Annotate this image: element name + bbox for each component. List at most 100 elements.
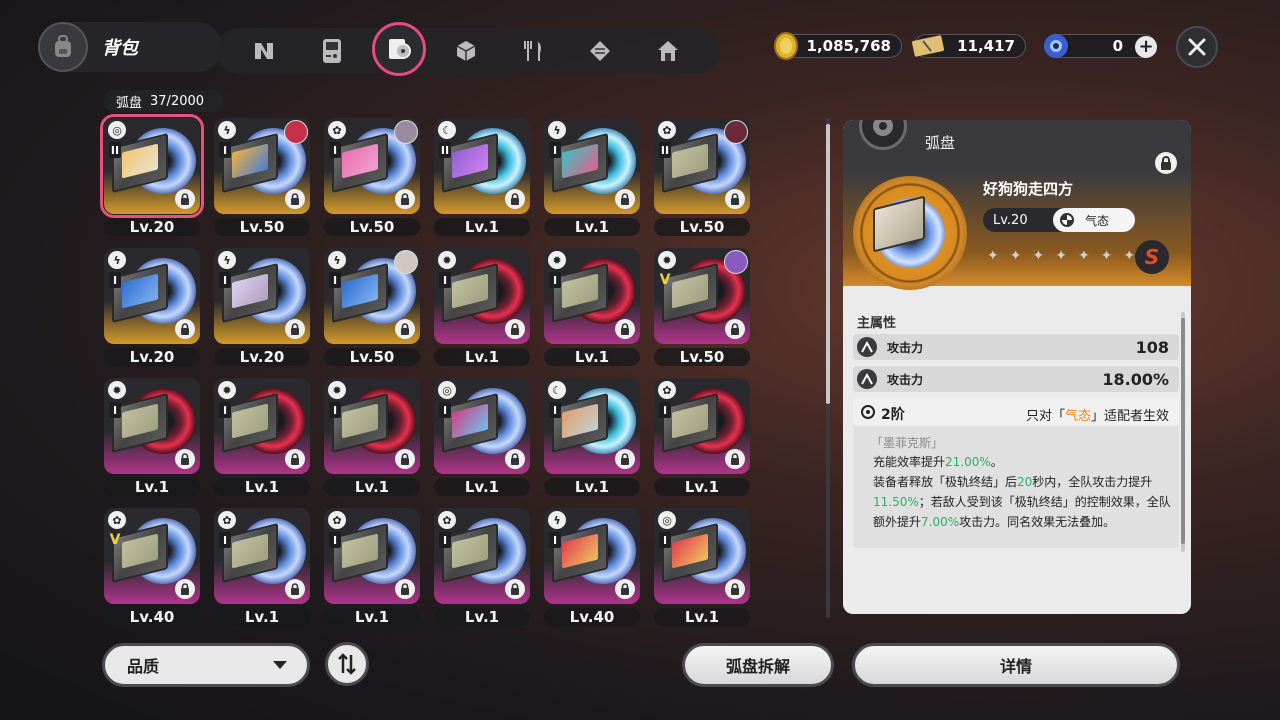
attribute-icon: ϟ [218, 251, 236, 269]
disc-level: Lv.20 [214, 348, 310, 366]
page-title: 背包 [102, 38, 138, 59]
disc-item[interactable]: ✹ I Lv.1 [320, 374, 420, 496]
stat-value: 18.00% [1102, 369, 1169, 389]
tab-food[interactable] [512, 29, 556, 73]
tab-layers[interactable] [578, 29, 622, 73]
lock-icon[interactable] [615, 449, 635, 469]
disc-drive-icon [389, 39, 411, 59]
sort-order-button[interactable] [325, 642, 369, 686]
rank-numeral: I [219, 272, 231, 288]
grid-scroll-thumb[interactable] [826, 124, 830, 404]
gold-coin-icon [774, 32, 798, 60]
lock-icon[interactable] [395, 449, 415, 469]
disc-item[interactable]: ✿ I Lv.1 [430, 504, 530, 626]
disc-item[interactable]: ✿ I Lv.1 [320, 504, 420, 626]
disc-item[interactable]: ϟ I Lv.50 [320, 244, 420, 366]
lock-icon[interactable] [615, 319, 635, 339]
rank-numeral: I [439, 272, 451, 288]
tab-n-logo[interactable] [242, 29, 286, 73]
equipped-agent-avatar [724, 250, 748, 274]
tab-handheld[interactable] [310, 29, 354, 73]
tab-house[interactable] [646, 29, 690, 73]
lock-icon[interactable] [285, 189, 305, 209]
disc-level: Lv.1 [214, 608, 310, 626]
disc-level: Lv.1 [544, 348, 640, 366]
house-icon [658, 41, 678, 61]
disc-item[interactable]: ✿ V Lv.40 [100, 504, 200, 626]
disc-item[interactable]: ◎ II Lv.20 [100, 114, 204, 236]
orb-currency: 0 + [1044, 34, 1157, 58]
disc-detail-panel: 弧盘 好狗狗走四方 Lv.20 气态 ✦ ✦ ✦ ✦ ✦ ✦ ✦ S 主属性 攻击力 108 [843, 120, 1191, 614]
disc-card: ✿ I [434, 508, 530, 604]
disc-level: Lv.20 [104, 218, 200, 236]
attack-icon [857, 337, 877, 357]
add-orb-button[interactable]: + [1135, 36, 1157, 58]
quality-filter-dropdown[interactable]: 品质 [102, 643, 310, 687]
fork-knife-icon [524, 41, 541, 61]
disc-item[interactable]: ✿ I Lv.50 [320, 114, 420, 236]
lock-icon[interactable] [505, 319, 525, 339]
tab-disc-drive[interactable] [372, 22, 426, 76]
lock-icon[interactable] [505, 579, 525, 599]
lock-icon[interactable] [285, 449, 305, 469]
tab-cube[interactable] [444, 29, 488, 73]
lock-icon[interactable] [725, 579, 745, 599]
lock-icon[interactable] [505, 449, 525, 469]
disc-item[interactable]: ϟ I Lv.20 [210, 244, 310, 366]
lock-icon[interactable] [505, 189, 525, 209]
lock-icon[interactable] [725, 449, 745, 469]
disc-item[interactable]: ϟ I Lv.50 [210, 114, 310, 236]
disc-item[interactable]: ✿ I Lv.1 [650, 374, 750, 496]
ticket-currency: 11,417 [912, 34, 1026, 58]
lock-icon[interactable] [395, 579, 415, 599]
lock-icon[interactable] [285, 579, 305, 599]
disc-level: Lv.40 [544, 608, 640, 626]
disc-item[interactable]: ◎ I Lv.1 [430, 374, 530, 496]
lock-icon[interactable] [175, 319, 195, 339]
grid-scrollbar[interactable] [826, 118, 830, 618]
rank-numeral: I [549, 532, 561, 548]
close-button[interactable] [1176, 26, 1218, 68]
disc-item[interactable]: ✹ I Lv.1 [540, 244, 640, 366]
disc-item[interactable]: ◎ I Lv.1 [650, 504, 750, 626]
disc-item[interactable]: ☾ I Lv.1 [540, 374, 640, 496]
disc-card: ✹ I [324, 378, 420, 474]
lock-icon[interactable] [175, 449, 195, 469]
disc-item[interactable]: ✿ I Lv.1 [210, 504, 310, 626]
detail-lock-button[interactable] [1155, 152, 1177, 174]
rank-numeral: I [329, 402, 341, 418]
sort-arrows-icon [338, 653, 356, 675]
disc-level: Lv.1 [324, 478, 420, 496]
disc-item[interactable]: ✿ II Lv.50 [650, 114, 750, 236]
disc-level: Lv.50 [654, 218, 750, 236]
chevron-down-icon [273, 661, 287, 669]
lock-icon[interactable] [725, 319, 745, 339]
rank-numeral: I [329, 142, 341, 158]
dismantle-button[interactable]: 弧盘拆解 [682, 643, 834, 687]
disc-item[interactable]: ✹ I Lv.1 [210, 374, 310, 496]
lock-icon[interactable] [175, 189, 195, 209]
lock-icon[interactable] [395, 319, 415, 339]
lock-icon[interactable] [175, 579, 195, 599]
detail-scrollbar[interactable] [1181, 312, 1185, 552]
disc-item[interactable]: ✹ V Lv.50 [650, 244, 750, 366]
disc-item[interactable]: ☾ II Lv.1 [430, 114, 530, 236]
disc-item[interactable]: ✹ I Lv.1 [430, 244, 530, 366]
disc-item[interactable]: ✹ I Lv.1 [100, 374, 200, 496]
disc-item[interactable]: ϟ I Lv.20 [100, 244, 200, 366]
lock-icon[interactable] [615, 579, 635, 599]
attribute-icon: ✹ [438, 251, 456, 269]
lock-icon[interactable] [725, 189, 745, 209]
rank-numeral: II [659, 142, 671, 158]
attribute-icon: ϟ [548, 511, 566, 529]
disc-item[interactable]: ϟ I Lv.40 [540, 504, 640, 626]
ticket-amount: 11,417 [957, 37, 1015, 55]
lock-icon[interactable] [395, 189, 415, 209]
disc-level: Lv.1 [324, 608, 420, 626]
lock-icon[interactable] [285, 319, 305, 339]
disc-item[interactable]: ϟ I Lv.1 [540, 114, 640, 236]
rank-numeral: V [109, 532, 121, 548]
disc-name: 好狗狗走四方 [983, 180, 1074, 198]
details-button[interactable]: 详情 [852, 643, 1180, 687]
lock-icon[interactable] [615, 189, 635, 209]
